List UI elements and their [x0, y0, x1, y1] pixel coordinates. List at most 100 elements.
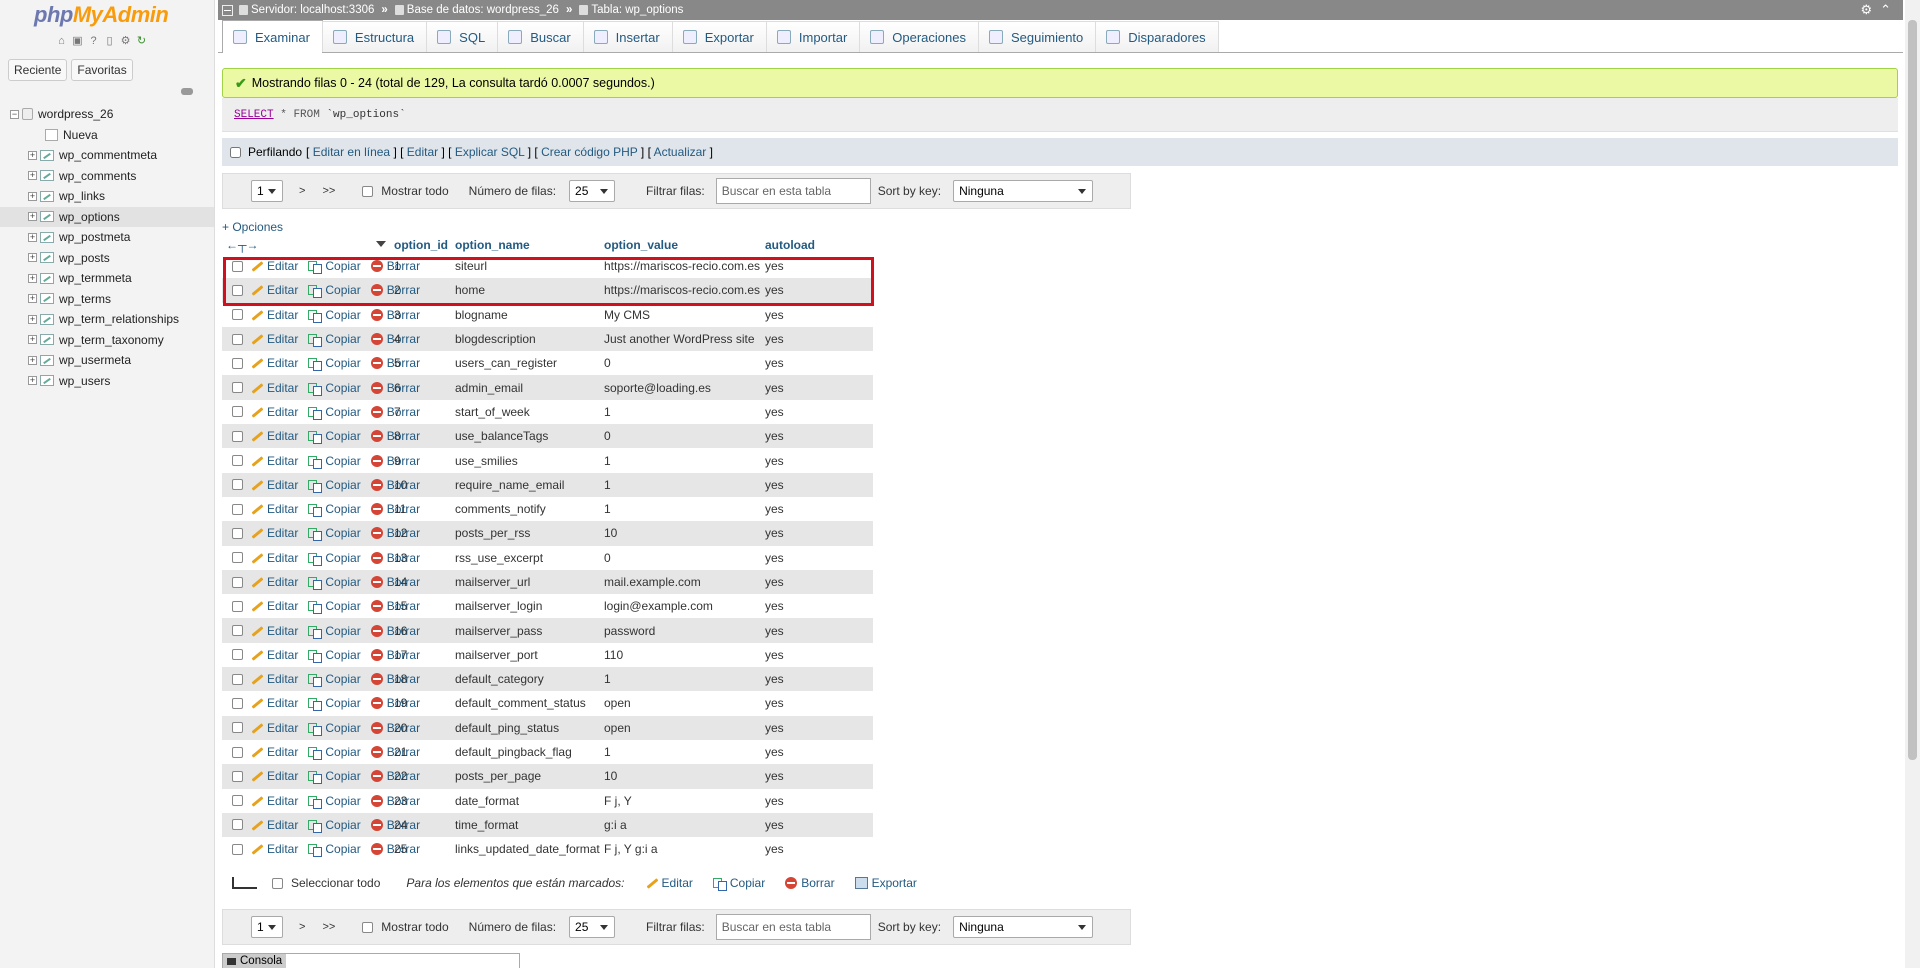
- recent-tab[interactable]: Reciente: [8, 59, 68, 81]
- page-select[interactable]: 1: [251, 916, 283, 938]
- cell-option-value[interactable]: 1: [600, 745, 761, 759]
- tree-table-item[interactable]: + wp_posts: [0, 248, 214, 269]
- tree-table-label[interactable]: wp_posts: [59, 251, 110, 265]
- breadcrumb-server[interactable]: Servidor: localhost:3306: [239, 4, 374, 16]
- cell-option-value[interactable]: Just another WordPress site: [600, 332, 761, 346]
- cell-autoload[interactable]: yes: [761, 332, 823, 346]
- cell-autoload[interactable]: yes: [761, 454, 823, 468]
- cell-autoload[interactable]: yes: [761, 842, 823, 856]
- cell-option-name[interactable]: start_of_week: [451, 405, 600, 419]
- tree-table-label[interactable]: wp_terms: [59, 292, 111, 306]
- copy-row-button[interactable]: Copiar: [308, 526, 361, 542]
- expand-icon[interactable]: +: [28, 232, 37, 242]
- cell-option-id[interactable]: 22: [390, 769, 451, 783]
- page-select[interactable]: 1: [251, 180, 283, 202]
- copy-row-button[interactable]: Copiar: [308, 696, 361, 712]
- filter-rows-input[interactable]: Buscar en esta tabla: [715, 178, 871, 204]
- tree-table-label[interactable]: wp_links: [59, 189, 105, 203]
- cell-option-value[interactable]: https://mariscos-recio.com.es: [600, 283, 761, 297]
- cell-option-value[interactable]: 1: [600, 478, 761, 492]
- edit-row-button[interactable]: Editar: [250, 308, 298, 322]
- profiling-link[interactable]: Crear código PHP: [541, 145, 638, 159]
- edit-row-button[interactable]: Editar: [250, 599, 298, 613]
- tree-new-table[interactable]: Nueva: [0, 125, 214, 146]
- tab-buscar[interactable]: Buscar: [497, 21, 584, 52]
- show-all-checkbox[interactable]: [362, 921, 374, 933]
- row-checkbox[interactable]: [232, 406, 243, 418]
- breadcrumb-table[interactable]: Tabla: wp_options: [579, 4, 683, 16]
- copy-row-button[interactable]: Copiar: [308, 794, 361, 809]
- cell-autoload[interactable]: yes: [761, 381, 823, 395]
- row-checkbox[interactable]: [232, 770, 243, 782]
- tree-table-label[interactable]: wp_usermeta: [59, 353, 131, 367]
- row-checkbox[interactable]: [232, 382, 243, 394]
- cell-autoload[interactable]: yes: [761, 478, 823, 492]
- cell-option-name[interactable]: default_pingback_flag: [451, 745, 600, 759]
- cell-option-id[interactable]: 11: [390, 502, 451, 516]
- row-checkbox[interactable]: [232, 455, 243, 467]
- cell-autoload[interactable]: yes: [761, 259, 823, 273]
- tree-table-label[interactable]: wp_users: [59, 374, 110, 388]
- home-icon[interactable]: ⌂: [55, 35, 68, 48]
- cell-option-id[interactable]: 7: [390, 405, 451, 419]
- copy-row-button[interactable]: Copiar: [308, 405, 361, 420]
- row-checkbox[interactable]: [232, 722, 243, 734]
- console-tab[interactable]: Consola: [223, 954, 287, 968]
- cell-option-id[interactable]: 16: [390, 624, 451, 638]
- expand-icon[interactable]: +: [28, 212, 37, 222]
- cell-autoload[interactable]: yes: [761, 502, 823, 516]
- expand-icon[interactable]: +: [28, 294, 37, 304]
- sort-arrow-icon[interactable]: [250, 235, 390, 255]
- edit-row-button[interactable]: Editar: [250, 356, 298, 370]
- cell-autoload[interactable]: yes: [761, 308, 823, 322]
- expand-icon[interactable]: +: [28, 376, 37, 386]
- profiling-link[interactable]: Actualizar: [654, 145, 707, 159]
- tree-table-label[interactable]: wp_comments: [59, 169, 136, 183]
- row-checkbox[interactable]: [232, 625, 243, 637]
- copy-row-button[interactable]: Copiar: [308, 454, 361, 469]
- cell-autoload[interactable]: yes: [761, 648, 823, 662]
- rows-number-select[interactable]: 25: [569, 916, 616, 938]
- cell-option-value[interactable]: https://mariscos-recio.com.es: [600, 259, 761, 273]
- bulk-delete-button[interactable]: Borrar: [785, 876, 835, 890]
- row-checkbox[interactable]: [232, 649, 243, 661]
- copy-row-button[interactable]: Copiar: [308, 356, 361, 372]
- collapse-top-icon[interactable]: ⌃: [1880, 2, 1891, 18]
- cell-autoload[interactable]: yes: [761, 283, 823, 297]
- cell-option-name[interactable]: mailserver_login: [451, 599, 600, 613]
- edit-row-button[interactable]: Editar: [250, 332, 298, 346]
- cell-option-name[interactable]: rss_use_excerpt: [451, 551, 600, 565]
- edit-row-button[interactable]: Editar: [250, 405, 298, 419]
- last-page-button[interactable]: >>: [322, 185, 335, 197]
- cell-option-id[interactable]: 18: [390, 672, 451, 686]
- row-checkbox[interactable]: [232, 843, 243, 855]
- tree-table-item[interactable]: + wp_term_relationships: [0, 309, 214, 330]
- copy-row-button[interactable]: Copiar: [308, 745, 361, 761]
- expand-icon[interactable]: +: [28, 171, 37, 181]
- breadcrumb-database[interactable]: Base de datos: wordpress_26: [394, 4, 559, 16]
- cell-option-id[interactable]: 20: [390, 721, 451, 735]
- tree-table-label[interactable]: wp_commentmeta: [59, 148, 157, 162]
- cell-autoload[interactable]: yes: [761, 721, 823, 735]
- copy-row-button[interactable]: Copiar: [308, 381, 361, 396]
- cell-option-value[interactable]: My CMS: [600, 308, 761, 322]
- cell-option-id[interactable]: 1: [390, 259, 451, 273]
- profiling-checkbox[interactable]: [230, 146, 241, 158]
- copy-row-button[interactable]: Copiar: [308, 624, 361, 639]
- edit-row-button[interactable]: Editar: [250, 624, 298, 638]
- cell-autoload[interactable]: yes: [761, 429, 823, 443]
- link-with-main-panel-icon[interactable]: [181, 88, 193, 95]
- phpmyadmin-logo[interactable]: phpMyAdmin: [34, 2, 169, 28]
- row-checkbox[interactable]: [232, 552, 243, 564]
- tree-table-item[interactable]: + wp_usermeta: [0, 350, 214, 371]
- cell-option-value[interactable]: g:i a: [600, 818, 761, 832]
- scrollbar-thumb[interactable]: [1908, 20, 1917, 760]
- cell-autoload[interactable]: yes: [761, 794, 823, 808]
- vertical-scrollbar[interactable]: [1905, 0, 1920, 968]
- cell-option-name[interactable]: default_category: [451, 672, 600, 686]
- cell-autoload[interactable]: yes: [761, 696, 823, 710]
- cell-autoload[interactable]: yes: [761, 526, 823, 540]
- cell-option-id[interactable]: 10: [390, 478, 451, 492]
- cell-option-id[interactable]: 4: [390, 332, 451, 346]
- cell-option-id[interactable]: 5: [390, 356, 451, 370]
